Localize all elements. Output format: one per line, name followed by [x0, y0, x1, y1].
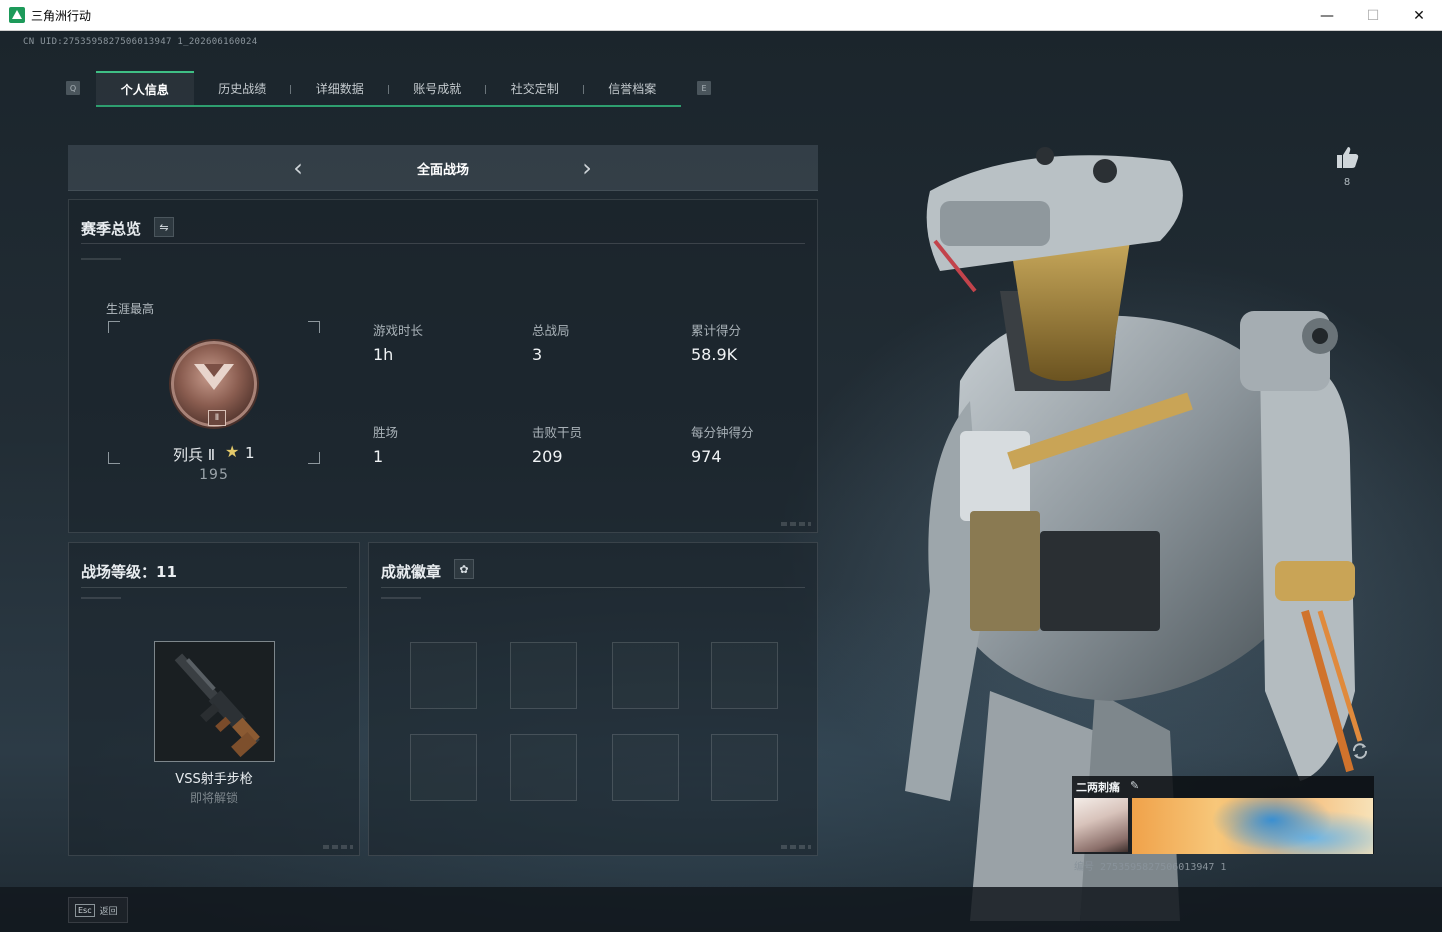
stat-value: 1	[373, 447, 384, 466]
tab-account-achievements[interactable]: 账号成就	[389, 71, 487, 105]
esc-key-label: Esc	[75, 903, 95, 917]
panel-divider	[381, 587, 805, 588]
panel-corner-mark	[781, 522, 811, 526]
like-count: 8	[1343, 177, 1351, 188]
badge-slot[interactable]	[510, 734, 577, 801]
stat-wins: 胜场 1	[373, 422, 398, 466]
bracket-corner	[308, 452, 320, 464]
mode-selector: ‹ 全面战场 ›	[68, 145, 818, 191]
rank-tier-label: Ⅱ	[208, 410, 226, 426]
rank-chevron-inner	[204, 364, 224, 377]
back-button[interactable]: Esc 返回	[68, 897, 128, 923]
uid-header: CN UID:2753595827506013947 1_20260616002…	[23, 37, 258, 47]
season-overview-panel: 赛季总览 ⇋ 生涯最高 Ⅱ 列兵 Ⅱ ★ 1 195 游戏时长 1h 总战局 3…	[68, 199, 818, 533]
app-logo-icon	[9, 7, 25, 23]
tab-detailed-data[interactable]: 详细数据	[291, 71, 389, 105]
mode-title: 全面战场	[416, 163, 469, 178]
window-title: 三角洲行动	[31, 8, 92, 23]
tab-separator	[583, 85, 584, 94]
tab-reputation[interactable]: 信誉档案	[584, 71, 682, 105]
gear-icon[interactable]: ✿	[454, 559, 474, 579]
mode-next-chevron-icon[interactable]: ›	[574, 153, 600, 183]
badge-slot[interactable]	[410, 734, 477, 801]
weapon-name: VSS射手步枪	[175, 772, 253, 787]
stat-label: 游戏时长	[373, 323, 424, 338]
stat-value: 58.9K	[691, 345, 738, 364]
weapon-reward-card[interactable]	[154, 641, 275, 762]
stat-label: 总战局	[532, 323, 570, 338]
badge-slot[interactable]	[612, 734, 679, 801]
stat-value: 1h	[373, 345, 394, 364]
stat-label: 每分钟得分	[691, 425, 754, 440]
tab-prev-key[interactable]: Q	[66, 81, 80, 95]
game-viewport: CN UID:2753595827506013947 1_20260616002…	[0, 31, 1442, 932]
season-overview-title: 赛季总览	[81, 220, 142, 238]
battlefield-level-panel: 战场等级：11 VSS射手步枪 即将解锁	[68, 542, 360, 856]
weapon-unlock-status: 即将解锁	[189, 791, 238, 805]
stat-value: 3	[532, 345, 543, 364]
achievement-badges-title: 成就徽章	[381, 563, 442, 581]
badge-slot[interactable]	[711, 734, 778, 801]
tab-personal-info[interactable]: 个人信息	[96, 71, 194, 105]
stat-score-per-minute: 每分钟得分 974	[691, 422, 754, 466]
minimize-button[interactable]: —	[1304, 0, 1350, 31]
tab-separator	[290, 85, 291, 94]
badge-slot[interactable]	[612, 642, 679, 709]
swap-icon[interactable]: ⇋	[154, 217, 174, 237]
panel-tick	[81, 597, 121, 599]
player-id: 编号 2753595827506013947 1	[1074, 862, 1227, 873]
back-label: 返回	[99, 906, 118, 917]
maximize-button[interactable]: ☐	[1350, 0, 1396, 31]
stat-label: 胜场	[373, 425, 399, 440]
tab-bar: 个人信息 历史战绩 详细数据 账号成就 社交定制 信誉档案	[96, 71, 681, 107]
stat-label: 击败干员	[532, 425, 583, 440]
panel-tick	[81, 258, 121, 260]
player-name-card[interactable]: 二两刺痛 ✎	[1072, 776, 1374, 854]
stat-play-time: 游戏时长 1h	[373, 320, 423, 364]
stat-value: 974	[691, 447, 722, 466]
thumbs-up-icon[interactable]	[1334, 144, 1360, 170]
stat-total-score: 累计得分 58.9K	[691, 320, 741, 364]
tab-next-key[interactable]: E	[697, 81, 711, 95]
bracket-corner	[108, 452, 120, 464]
stat-operators-defeated: 击败干员 209	[532, 422, 582, 466]
close-button[interactable]: ✕	[1396, 0, 1442, 31]
tab-social-customize[interactable]: 社交定制	[486, 71, 584, 105]
stat-total-matches: 总战局 3	[532, 320, 570, 364]
footer-bar: Esc 返回	[0, 887, 1442, 932]
rank-name: 列兵 Ⅱ	[173, 446, 216, 464]
edit-icon[interactable]: ✎	[1130, 779, 1139, 792]
stat-label: 累计得分	[691, 323, 742, 338]
rank-star-icon: ★	[225, 442, 240, 461]
tab-separator	[388, 85, 389, 94]
tab-separator	[485, 85, 486, 94]
avatar	[1074, 798, 1128, 852]
rank-points: 195	[199, 467, 229, 483]
badge-slot[interactable]	[510, 642, 577, 709]
tab-history[interactable]: 历史战绩	[194, 71, 292, 105]
badge-slot[interactable]	[410, 642, 477, 709]
battlefield-level-title: 战场等级：11	[81, 563, 177, 581]
career-best-label: 生涯最高	[106, 302, 155, 316]
rotate-icon[interactable]	[1350, 741, 1370, 761]
panel-divider	[81, 243, 805, 244]
window-title-bar: 三角洲行动 — ☐ ✕	[0, 0, 1442, 31]
badge-slot[interactable]	[711, 642, 778, 709]
bracket-corner	[108, 321, 120, 333]
card-banner-image	[1132, 798, 1373, 854]
rifle-icon	[174, 653, 260, 758]
stat-value: 209	[532, 447, 563, 466]
player-name: 二两刺痛	[1076, 781, 1120, 794]
rank-badge-icon: Ⅱ	[171, 341, 257, 427]
panel-corner-mark	[781, 845, 811, 849]
panel-divider	[81, 587, 347, 588]
panel-tick	[381, 597, 421, 599]
panel-corner-mark	[323, 845, 353, 849]
rank-star-count: 1	[245, 444, 255, 462]
bracket-corner	[308, 321, 320, 333]
achievement-badges-panel: 成就徽章 ✿	[368, 542, 818, 856]
